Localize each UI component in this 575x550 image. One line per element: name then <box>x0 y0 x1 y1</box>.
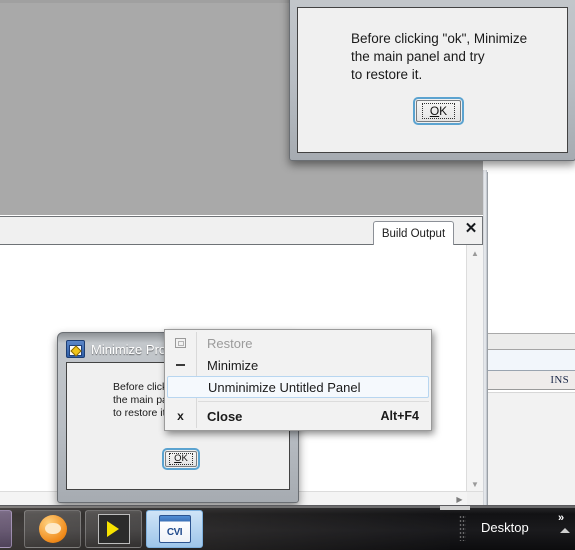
ok-small-accel-letter: O <box>174 453 182 464</box>
ide-selection-strip <box>488 350 575 371</box>
labview-icon <box>97 514 130 544</box>
close-icon: x <box>177 409 184 423</box>
menu-item-restore-label: Restore <box>207 335 253 351</box>
menu-item-minimize[interactable]: Minimize <box>165 354 431 376</box>
taskbar: CVI Desktop » <box>0 505 575 550</box>
taskbar-tray: Desktop » <box>457 506 575 550</box>
taskbar-item-partial[interactable] <box>0 510 12 548</box>
menu-item-restore[interactable]: Restore <box>165 332 431 354</box>
scroll-up-icon[interactable]: ▲ <box>467 245 483 261</box>
menu-item-close-label: Close <box>207 408 243 424</box>
screen: INS Build Output ▲ ▼ ▶ ✕ Before clicking… <box>0 0 575 550</box>
build-output-vertical-scrollbar[interactable]: ▲ ▼ <box>466 245 483 492</box>
scroll-down-icon[interactable]: ▼ <box>467 476 483 492</box>
small-dialog-message: Before click the main pa to restore it <box>113 381 168 419</box>
tab-build-output[interactable]: Build Output <box>373 221 454 246</box>
ide-lower-pane <box>488 392 575 518</box>
taskbar-item-cvi[interactable]: CVI <box>146 510 203 548</box>
restore-icon <box>165 338 196 348</box>
ok-accel-letter: O <box>429 104 440 118</box>
ok-rest-label: K <box>439 104 448 118</box>
taskbar-item-labview[interactable] <box>85 510 142 548</box>
cvi-icon: CVI <box>158 515 191 543</box>
menu-item-close[interactable]: x Close Alt+F4 <box>165 405 431 427</box>
panel-icon <box>66 340 85 358</box>
taskbar-item-chat[interactable] <box>24 510 81 548</box>
window-system-menu[interactable]: Restore Minimize Unminimize Untitled Pan… <box>164 329 432 431</box>
tab-build-output-label: Build Output <box>381 228 446 240</box>
minimize-prompt-dialog-client: Before clicking "ok", Minimize the main … <box>297 7 568 153</box>
menu-separator <box>198 401 429 402</box>
cvi-icon-label: CVI <box>166 527 183 538</box>
insert-mode-indicator: INS <box>550 374 569 386</box>
taskbar-grip[interactable] <box>459 515 466 541</box>
minimize-icon <box>165 364 196 366</box>
close-icon[interactable]: ✕ <box>463 220 479 236</box>
tray-overflow-icon[interactable]: » <box>558 512 564 524</box>
ide-toolbar-row <box>488 333 575 350</box>
menu-item-unminimize[interactable]: Unminimize Untitled Panel <box>167 376 429 398</box>
menu-item-minimize-label: Minimize <box>207 357 259 373</box>
ide-status-bar: INS <box>488 371 575 390</box>
minimize-prompt-dialog: Before clicking "ok", Minimize the main … <box>289 0 575 161</box>
ok-button-small[interactable]: OK <box>162 448 200 470</box>
minimize-program-title: Minimize Pro <box>91 341 167 357</box>
show-desktop-label[interactable]: Desktop <box>481 520 529 535</box>
build-output-tabstrip: Build Output <box>0 217 482 246</box>
chat-bubble-icon <box>38 515 67 543</box>
up-arrow-icon[interactable] <box>560 528 570 533</box>
dialog-message: Before clicking "ok", Minimize the main … <box>351 31 528 82</box>
ok-button-small-label: OK <box>169 453 193 465</box>
ok-button[interactable]: OK <box>413 97 464 125</box>
menu-item-unminimize-label: Unminimize Untitled Panel <box>208 379 361 395</box>
ok-button-label: OK <box>421 103 456 119</box>
menu-item-close-accel: Alt+F4 <box>380 409 419 423</box>
ok-small-rest-label: K <box>181 453 188 464</box>
